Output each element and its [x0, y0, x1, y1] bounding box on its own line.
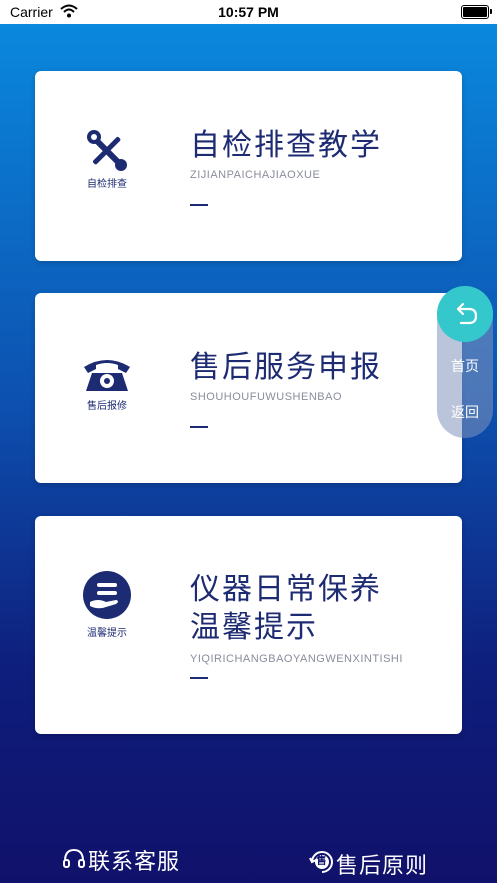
card-divider: [190, 204, 208, 206]
home-link[interactable]: 首页: [437, 356, 493, 376]
card-icon-label: 自检排查: [87, 179, 127, 190]
card-divider: [190, 426, 208, 428]
contact-service-label: 联系客服: [88, 849, 181, 874]
card-subtitle: ZIJIANPAICHAJIAOXUE: [190, 169, 321, 181]
card-after-sales-report[interactable]: 售后报修 售后服务申报 SHOUHOUFUWUSHENBAO: [35, 293, 462, 483]
status-bar: Carrier 10:57 PM: [0, 0, 497, 24]
clock: 10:57 PM: [218, 4, 279, 20]
card-icon-label: 温馨提示: [87, 628, 127, 639]
back-link[interactable]: 返回: [437, 402, 493, 422]
card-icon-label: 售后报修: [87, 401, 127, 412]
card-title: 售后服务申报: [190, 351, 382, 384]
card-title: 自检排查教学: [190, 129, 382, 162]
card-divider: [190, 677, 208, 679]
after-sales-policy-label: 售后原则: [336, 853, 429, 878]
card-subtitle: YIQIRICHANGBAOYANGWENXINTISHI: [190, 653, 403, 665]
card-icon-group: 温馨提示: [79, 570, 135, 639]
card-self-check[interactable]: 自检排查 自检排查教学 ZIJIANPAICHAJIAOXUE: [35, 71, 462, 261]
battery-icon: [461, 5, 492, 19]
floating-back-button[interactable]: [437, 286, 493, 342]
card-title-line2: 温馨提示: [190, 611, 318, 644]
card-icon-group: 自检排查: [79, 129, 135, 190]
hand-care-icon: [83, 571, 131, 619]
card-icon-group: 售后报修: [79, 357, 135, 412]
after-sales-badge-char: 售: [316, 856, 328, 867]
tools-icon: [87, 130, 127, 171]
card-subtitle: SHOUHOUFUWUSHENBAO: [190, 391, 343, 403]
telephone-icon: [84, 360, 130, 391]
card-title-line1: 仪器日常保养: [190, 573, 382, 606]
undo-arrow-icon: [456, 302, 478, 325]
headset-icon: [63, 848, 85, 868]
contact-service-button[interactable]: 联系客服: [62, 844, 180, 876]
after-sales-policy-button[interactable]: 售 售后原则: [308, 848, 428, 880]
card-maintenance-tips[interactable]: 温馨提示 仪器日常保养 温馨提示 YIQIRICHANGBAOYANGWENXI…: [35, 516, 462, 734]
